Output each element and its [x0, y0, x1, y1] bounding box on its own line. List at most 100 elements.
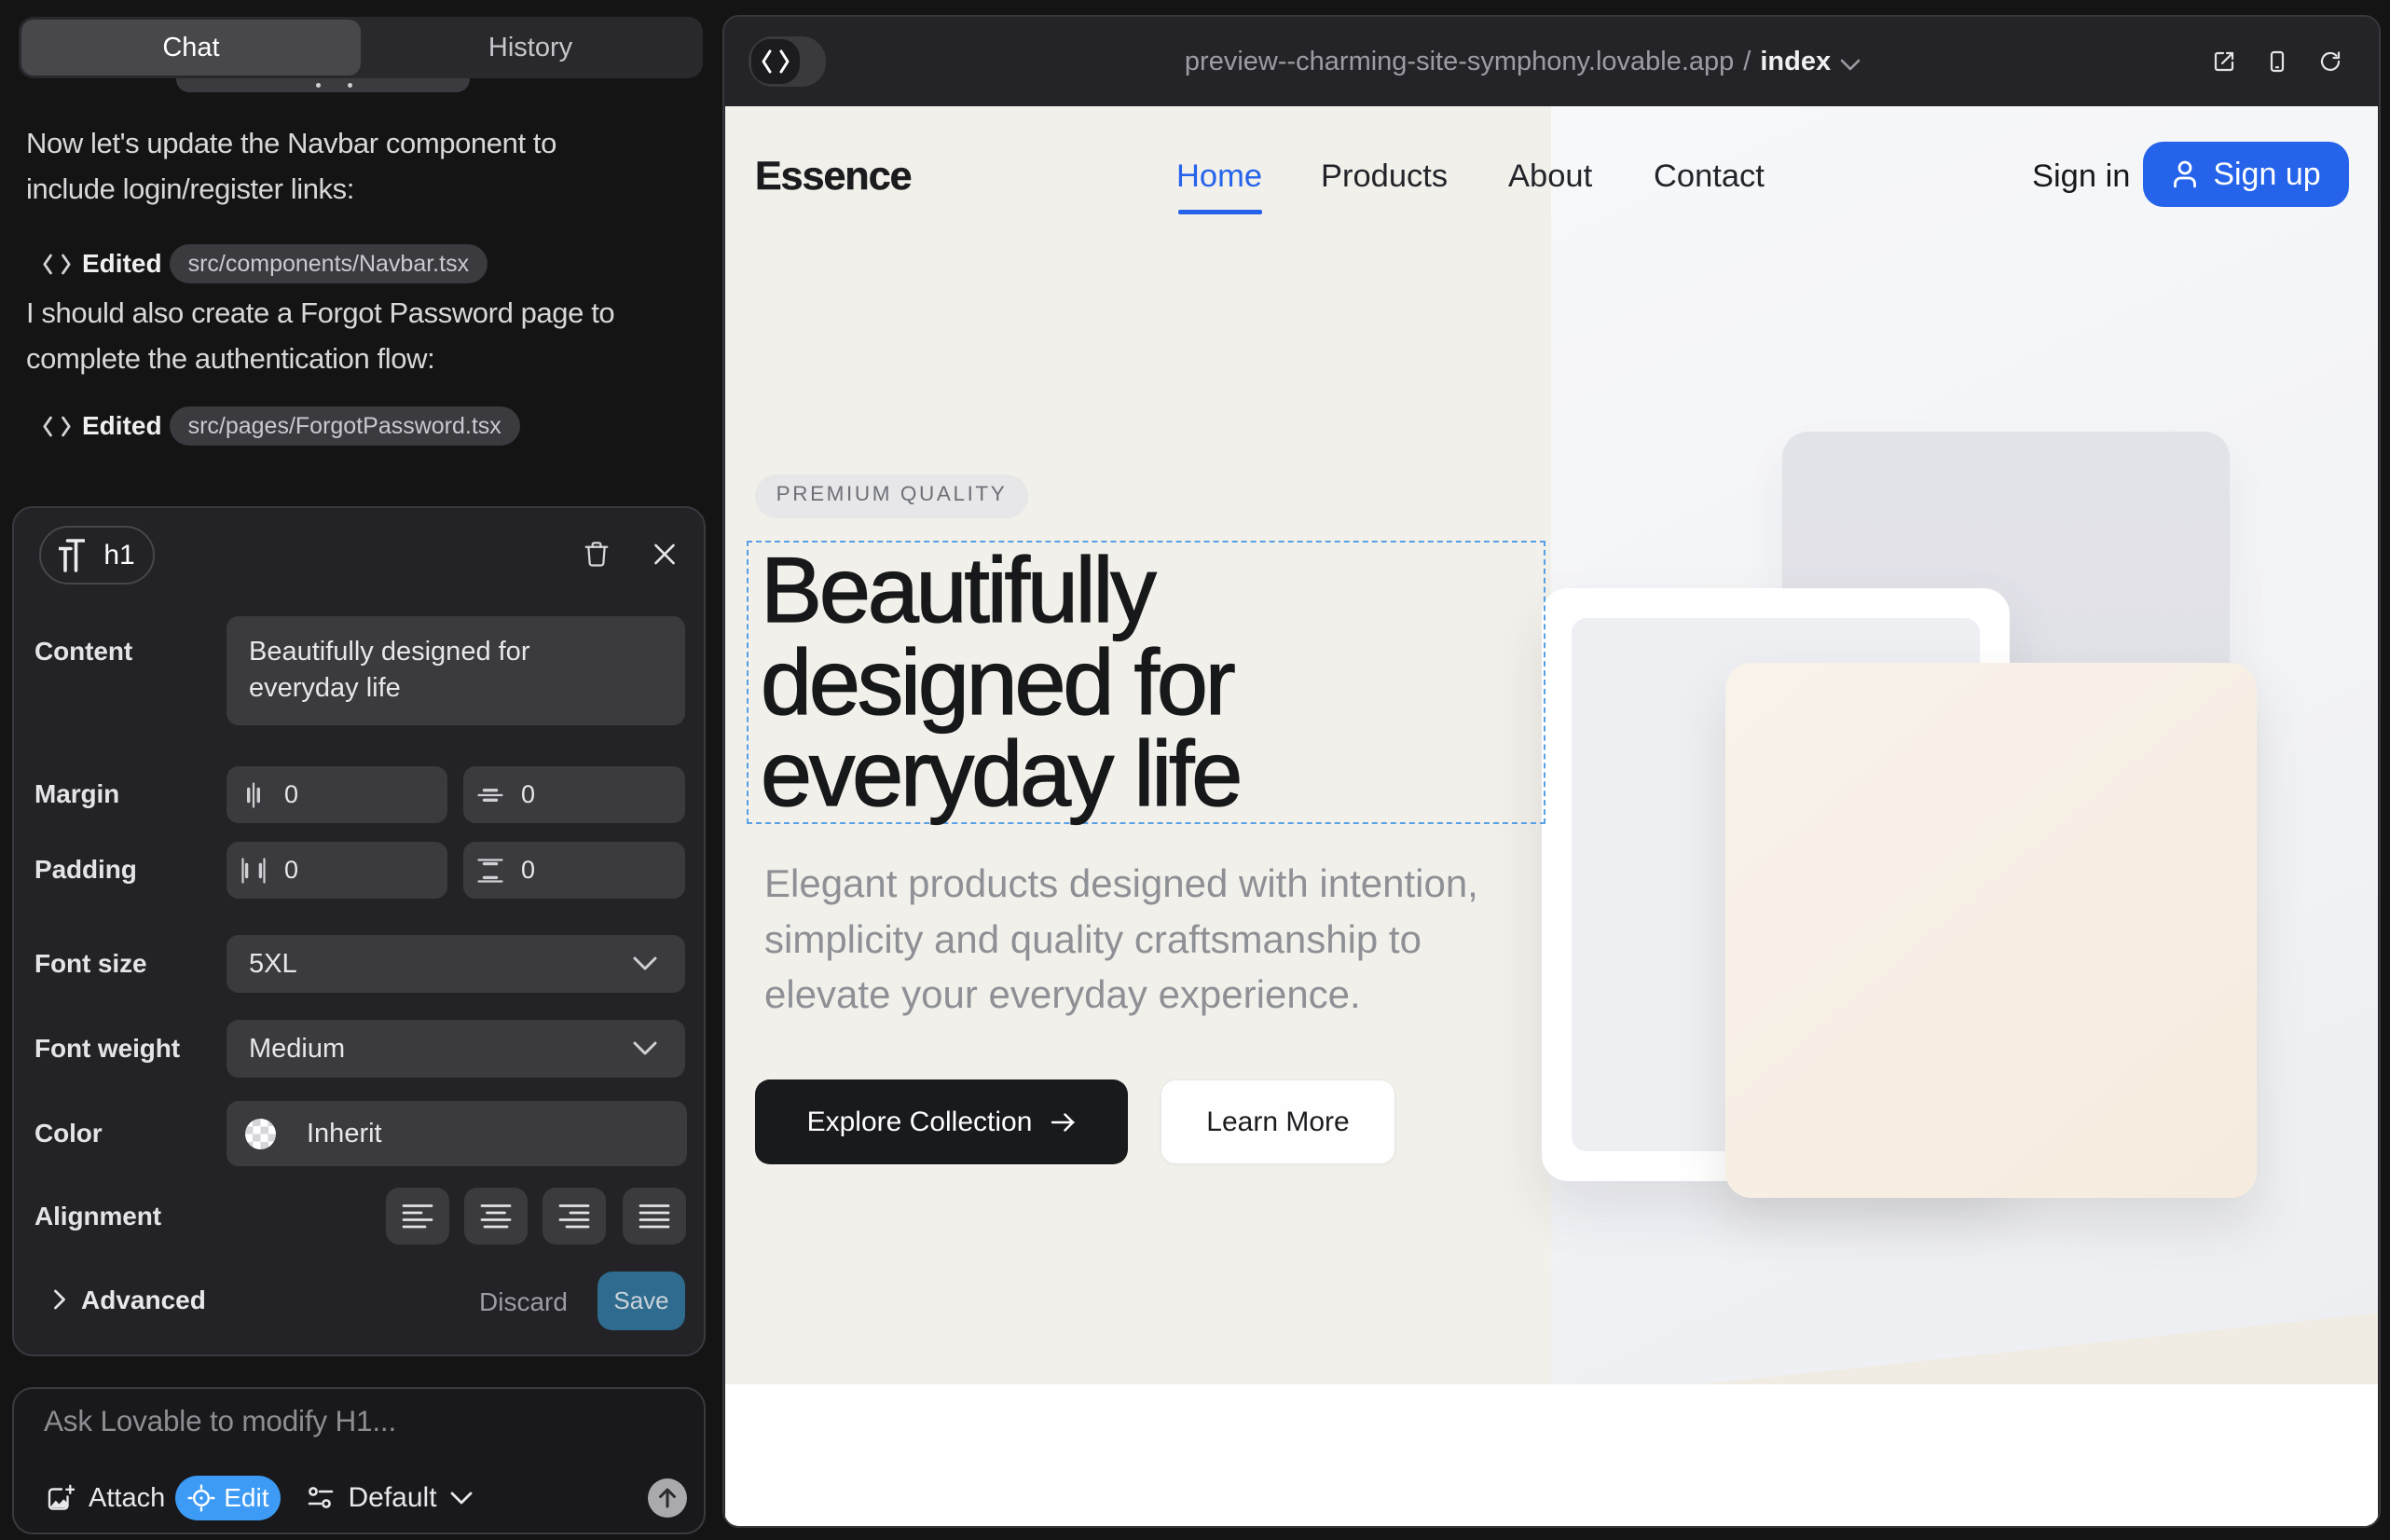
type-icon: [59, 539, 85, 572]
decor-card-beige: [1725, 663, 2257, 1198]
preview-browser-bar: preview--charming-site-symphony.lovable.…: [724, 17, 2379, 106]
align-right-button[interactable]: [543, 1188, 606, 1244]
edited-label: Edited: [82, 411, 162, 441]
edit-mode-button[interactable]: Edit: [175, 1476, 281, 1520]
element-editor-panel: h1 Content Beautifully designed for ever…: [12, 506, 706, 1356]
edited-file-row: Edited src/components/Navbar.tsx: [37, 244, 488, 283]
font-weight-label: Font weight: [34, 1034, 180, 1064]
url-domain: preview--charming-site-symphony.lovable.…: [1185, 47, 1734, 77]
color-select[interactable]: Inherit: [227, 1101, 687, 1166]
content-textarea[interactable]: Beautifully designed for everyday life: [227, 616, 685, 725]
chevron-down-icon: [633, 956, 657, 971]
attach-button[interactable]: Attach: [47, 1483, 165, 1514]
edited-file-chip[interactable]: src/pages/ForgotPassword.tsx: [170, 406, 520, 446]
margin-vertical-icon: [476, 781, 504, 809]
composer-placeholder: Ask Lovable to modify H1...: [44, 1404, 396, 1438]
url-separator: /: [1743, 47, 1751, 77]
margin-label: Margin: [34, 779, 119, 809]
edited-file-row: Edited src/pages/ForgotPassword.tsx: [37, 406, 520, 446]
composer-box[interactable]: Ask Lovable to modify H1... Attach Edit: [12, 1387, 706, 1534]
font-weight-value: Medium: [249, 1034, 345, 1065]
edited-file-chip[interactable]: src/components/Navbar.tsx: [170, 244, 488, 283]
arrow-right-icon: [1051, 1112, 1076, 1133]
padding-y-input[interactable]: 0: [463, 842, 685, 899]
mode-label: Default: [348, 1482, 436, 1514]
advanced-toggle[interactable]: Advanced: [81, 1286, 206, 1315]
alignment-label: Alignment: [34, 1202, 161, 1231]
open-external-icon[interactable]: [2213, 50, 2235, 73]
selected-element-pill[interactable]: h1: [39, 526, 155, 584]
selected-tag-label: h1: [103, 540, 134, 571]
tab-history[interactable]: History: [361, 20, 700, 76]
site-logo[interactable]: Essence: [755, 154, 912, 199]
margin-x-input[interactable]: 0: [227, 766, 447, 823]
edited-label: Edited: [82, 249, 162, 279]
margin-y-input[interactable]: 0: [463, 766, 685, 823]
tab-chat[interactable]: Chat: [21, 20, 361, 76]
learn-more-button[interactable]: Learn More: [1161, 1079, 1395, 1164]
padding-y-value: 0: [521, 856, 535, 885]
nav-home-underline: [1178, 210, 1262, 214]
font-weight-select[interactable]: Medium: [227, 1020, 685, 1078]
site-bottom-section: [725, 1384, 2378, 1526]
align-justify-button[interactable]: [623, 1188, 686, 1244]
color-value: Inherit: [307, 1119, 382, 1149]
sign-in-link[interactable]: Sign in: [2032, 158, 2131, 195]
site-navbar: Essence Home Products About Contact Sign…: [725, 106, 2378, 227]
attach-label: Attach: [89, 1483, 165, 1514]
chat-panel: Chat History Now let's update the Navbar…: [0, 0, 724, 1540]
assistant-message: Now let's update the Navbar component to…: [26, 120, 693, 212]
align-left-button[interactable]: [386, 1188, 449, 1244]
nav-link-about[interactable]: About: [1508, 158, 1592, 195]
hero-paragraph: Elegant products designed with intention…: [764, 856, 1478, 1023]
nav-link-home[interactable]: Home: [1176, 158, 1262, 195]
settings-sliders-icon: [307, 1484, 335, 1512]
chat-history-tabbar: Chat History: [19, 17, 703, 78]
margin-x-value: 0: [284, 780, 298, 809]
font-size-label: Font size: [34, 949, 146, 979]
chip-dot: [348, 83, 352, 88]
mode-select[interactable]: Default: [307, 1482, 472, 1514]
save-button[interactable]: Save: [598, 1272, 685, 1330]
color-swatch: [245, 1119, 276, 1149]
h1-selection-outline[interactable]: Beautifully designed for everyday life: [747, 541, 1545, 824]
discard-button[interactable]: Discard: [479, 1287, 568, 1317]
mobile-view-icon[interactable]: [2266, 50, 2288, 73]
chevron-right-icon: [50, 1287, 69, 1312]
font-size-value: 5XL: [249, 949, 297, 980]
margin-horizontal-icon: [240, 781, 268, 809]
target-icon: [187, 1484, 215, 1512]
attach-image-icon: [47, 1484, 75, 1512]
chevron-down-icon: [633, 1041, 657, 1056]
sign-up-button[interactable]: Sign up: [2143, 142, 2349, 207]
code-icon: [42, 251, 72, 278]
url-page: index: [1760, 47, 1831, 77]
nav-link-products[interactable]: Products: [1321, 158, 1448, 195]
align-right-icon: [558, 1203, 590, 1231]
align-center-button[interactable]: [464, 1188, 528, 1244]
sign-up-label: Sign up: [2213, 157, 2320, 193]
premium-quality-badge: PREMIUM QUALITY: [755, 474, 1028, 518]
chip-dot: [316, 83, 321, 88]
padding-x-input[interactable]: 0: [227, 842, 447, 899]
send-button[interactable]: [648, 1478, 687, 1518]
code-icon: [42, 413, 72, 440]
font-size-select[interactable]: 5XL: [227, 935, 685, 993]
truncated-chip: [176, 78, 470, 92]
close-icon[interactable]: [652, 540, 677, 569]
chevron-down-icon: [1840, 59, 1861, 71]
color-label: Color: [34, 1119, 103, 1148]
refresh-icon[interactable]: [2319, 50, 2342, 73]
align-justify-icon: [639, 1203, 670, 1231]
margin-y-value: 0: [521, 780, 535, 809]
hero-headline: Beautifully designed for everyday life: [761, 544, 1240, 820]
padding-vertical-icon: [476, 857, 504, 885]
content-label: Content: [34, 637, 132, 667]
preview-url[interactable]: preview--charming-site-symphony.lovable.…: [724, 17, 2350, 106]
delete-element-icon[interactable]: [584, 540, 609, 569]
preview-window: preview--charming-site-symphony.lovable.…: [724, 17, 2379, 1526]
explore-collection-button[interactable]: Explore Collection: [755, 1079, 1128, 1164]
site-preview: Essence Home Products About Contact Sign…: [725, 106, 2378, 1526]
nav-link-contact[interactable]: Contact: [1654, 158, 1765, 195]
decorative-wedge: [1551, 1303, 2378, 1384]
